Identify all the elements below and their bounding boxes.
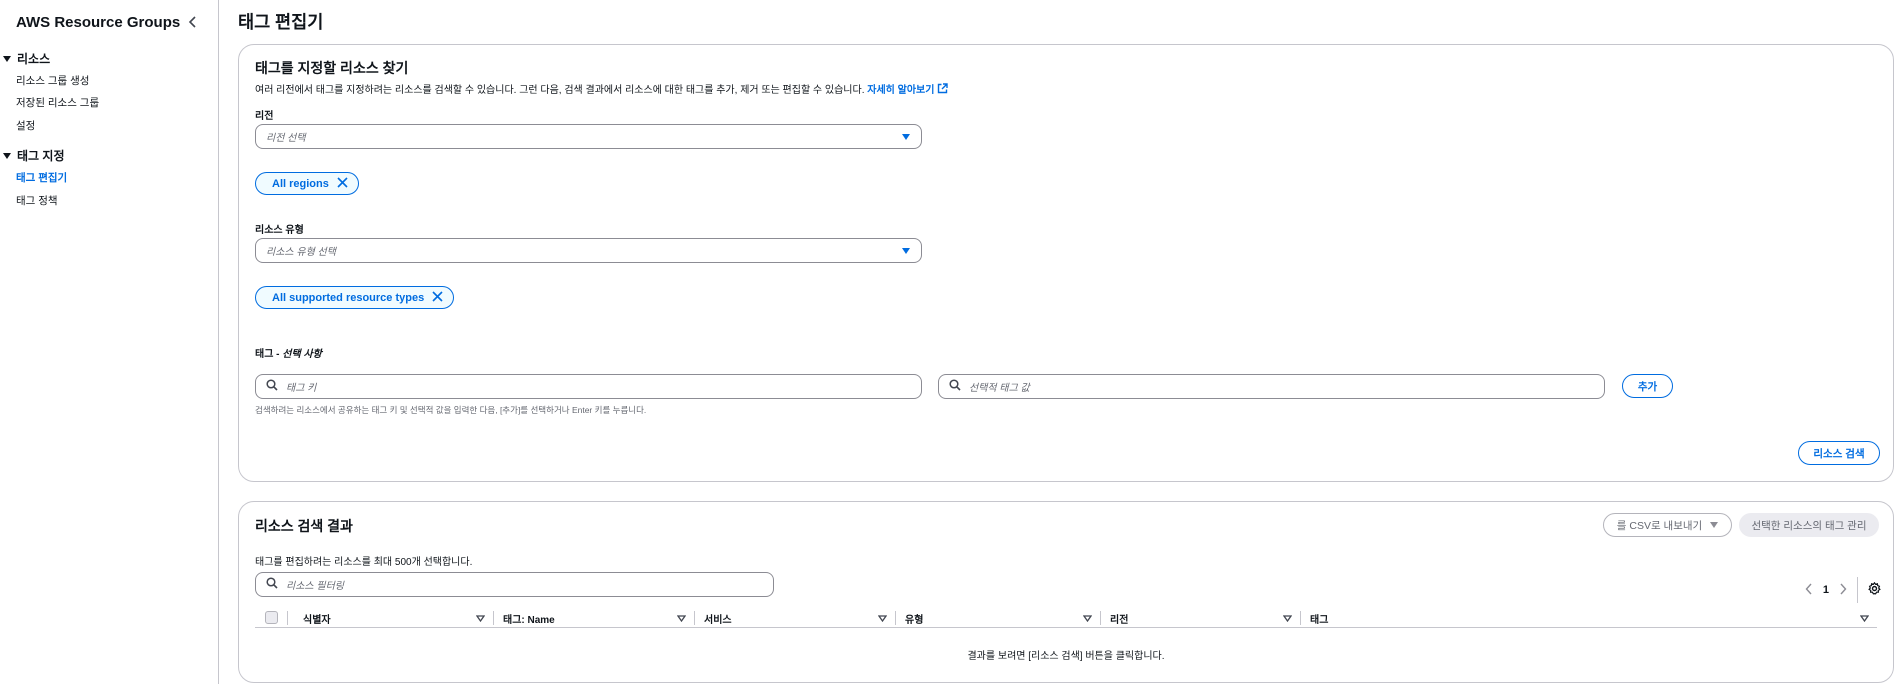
- sidebar-section-resources[interactable]: 리소스: [3, 50, 50, 67]
- column-divider: [1100, 611, 1101, 625]
- column-tags[interactable]: 태그: [1310, 608, 1877, 628]
- column-tag-name[interactable]: 태그: Name: [503, 608, 694, 628]
- tag-value-placeholder: 선택적 태그 값: [969, 383, 1030, 394]
- column-divider: [1300, 611, 1301, 625]
- region-label: 리전: [255, 111, 274, 122]
- column-divider: [493, 611, 494, 625]
- results-description: 태그를 편집하려는 리소스를 최대 500개 선택합니다.: [255, 557, 473, 568]
- token-all-regions: All regions: [255, 172, 359, 195]
- search-resources-button[interactable]: 리소스 검색: [1798, 441, 1880, 465]
- pager-divider: [1857, 577, 1858, 603]
- tags-label-text: 태그 -: [255, 349, 283, 360]
- sort-icon: [877, 614, 888, 625]
- column-service[interactable]: 서비스: [704, 608, 895, 628]
- sidebar-item-saved-groups[interactable]: 저장된 리소스 그룹: [16, 95, 99, 110]
- caret-down-icon: [3, 152, 11, 159]
- tag-value-input[interactable]: 선택적 태그 값: [938, 374, 1605, 399]
- resource-type-placeholder: 리소스 유형 선택: [266, 247, 336, 258]
- export-csv-label: 를 CSV로 내보내기: [1616, 519, 1703, 532]
- resource-filter-placeholder: 리소스 필터링: [286, 581, 344, 592]
- column-region[interactable]: 리전: [1110, 608, 1300, 628]
- chevron-left-icon[interactable]: [1805, 583, 1813, 598]
- column-label: 유형: [905, 614, 924, 626]
- pagination: 1: [1805, 577, 1881, 603]
- token-label: All regions: [272, 177, 329, 190]
- caret-down-icon: [902, 134, 910, 140]
- add-tag-button[interactable]: 추가: [1622, 374, 1673, 398]
- column-label: 리전: [1110, 614, 1129, 626]
- column-divider: [287, 611, 288, 625]
- search-icon: [266, 379, 278, 394]
- empty-results-text: 결과를 보려면 [리소스 검색] 버튼을 클릭합니다.: [967, 651, 1165, 662]
- token-all-resource-types: All supported resource types: [255, 286, 455, 309]
- search-icon: [949, 379, 961, 394]
- sidebar-section-label: 리소스: [17, 52, 51, 66]
- search-icon: [266, 577, 278, 592]
- sort-icon: [1082, 614, 1093, 625]
- caret-down-icon: [1710, 522, 1719, 528]
- learn-more-link[interactable]: 자세히 알아보기: [867, 83, 948, 96]
- column-label: 서비스: [704, 614, 732, 626]
- sidebar-item-tag-editor[interactable]: 태그 편집기: [16, 170, 67, 185]
- sidebar-section-label: 태그 지정: [17, 149, 65, 163]
- sort-icon: [475, 614, 486, 625]
- settings-icon[interactable]: [1868, 581, 1881, 598]
- description-text: 여러 리전에서 태그를 지정하려는 리소스를 검색할 수 있습니다. 그런 다음…: [255, 85, 865, 96]
- find-resources-title: 태그를 지정할 리소스 찾기: [255, 60, 409, 76]
- side-navigation: AWS Resource Groups 리소스 리소스 그룹 생성 저장된 리소…: [0, 0, 219, 684]
- tags-label: 태그 - 선택 사항: [255, 345, 322, 360]
- chevron-left-icon[interactable]: [184, 13, 202, 31]
- tags-optional-text: 선택 사항: [282, 349, 322, 360]
- sidebar-header: AWS Resource Groups: [16, 13, 202, 31]
- resource-filter-input[interactable]: 리소스 필터링: [255, 572, 774, 597]
- find-resources-panel: 태그를 지정할 리소스 찾기 여러 리전에서 태그를 지정하려는 리소스를 검색…: [238, 44, 1894, 482]
- results-table-header: 식별자 태그: Name 서비스 유형 리전 태그: [255, 608, 1877, 628]
- sort-icon: [676, 614, 687, 625]
- column-divider: [694, 611, 695, 625]
- resource-type-label: 리소스 유형: [255, 225, 304, 236]
- caret-down-icon: [3, 55, 11, 62]
- tag-key-input[interactable]: 태그 키: [255, 374, 922, 399]
- sidebar-item-tag-policies[interactable]: 태그 정책: [16, 193, 58, 208]
- select-all-checkbox: [265, 611, 278, 624]
- page-number[interactable]: 1: [1823, 584, 1829, 596]
- column-label: 식별자: [303, 614, 331, 626]
- sidebar-section-tagging[interactable]: 태그 지정: [3, 147, 65, 164]
- sort-icon: [1282, 614, 1293, 625]
- search-results-panel: 리소스 검색 결과 를 CSV로 내보내기 선택한 리소스의 태그 관리 태그를…: [238, 501, 1894, 683]
- resource-type-select[interactable]: 리소스 유형 선택: [255, 238, 922, 263]
- column-type[interactable]: 유형: [905, 608, 1100, 628]
- sidebar-title[interactable]: AWS Resource Groups: [16, 14, 180, 31]
- manage-tags-button: 선택한 리소스의 태그 관리: [1739, 513, 1879, 537]
- column-identifier[interactable]: 식별자: [303, 608, 493, 628]
- column-label: 태그: [1310, 614, 1329, 626]
- page-title: 태그 편집기: [238, 12, 324, 32]
- external-link-icon: [937, 83, 948, 96]
- learn-more-label: 자세히 알아보기: [867, 85, 935, 96]
- find-resources-description: 여러 리전에서 태그를 지정하려는 리소스를 검색할 수 있습니다. 그런 다음…: [255, 81, 948, 96]
- token-label: All supported resource types: [272, 291, 425, 304]
- close-icon[interactable]: [432, 290, 443, 305]
- results-title: 리소스 검색 결과: [255, 518, 353, 534]
- close-icon[interactable]: [337, 176, 348, 191]
- export-csv-button: 를 CSV로 내보내기: [1603, 513, 1732, 537]
- caret-down-icon: [902, 248, 910, 254]
- tag-key-placeholder: 태그 키: [286, 383, 317, 394]
- sidebar-item-create-group[interactable]: 리소스 그룹 생성: [16, 73, 89, 88]
- column-divider: [895, 611, 896, 625]
- sort-icon: [1859, 614, 1870, 625]
- tag-hint: 검색하려는 리소스에서 공유하는 태그 키 및 선택적 값을 입력한 다음, […: [255, 405, 647, 415]
- sidebar-item-settings[interactable]: 설정: [16, 118, 35, 133]
- region-select[interactable]: 리전 선택: [255, 124, 922, 149]
- column-label: 태그: Name: [503, 614, 555, 626]
- chevron-right-icon[interactable]: [1839, 583, 1847, 598]
- region-select-placeholder: 리전 선택: [266, 133, 306, 144]
